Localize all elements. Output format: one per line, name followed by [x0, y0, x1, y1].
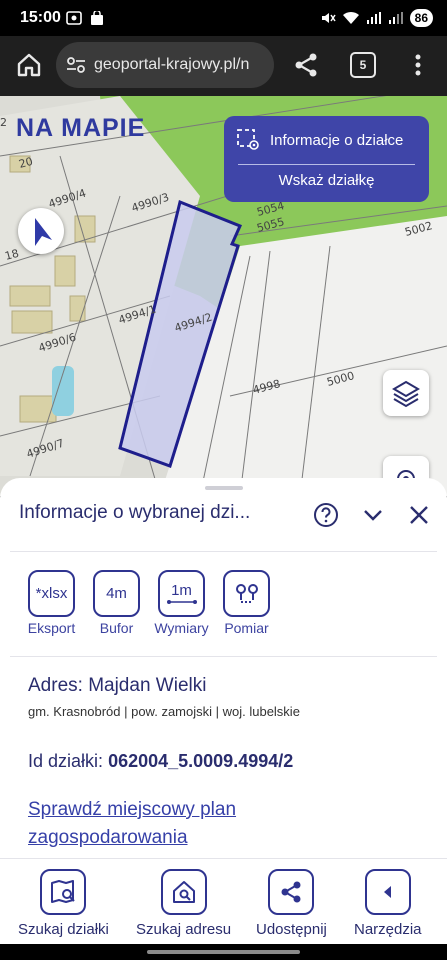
signal-2-icon	[388, 12, 403, 24]
dimensions-tool[interactable]: 1m Wymiary	[149, 570, 214, 636]
building	[54, 255, 76, 287]
url-text[interactable]: geoportal-krajowy.pl/n	[94, 56, 249, 74]
parcel-info-header[interactable]: Informacje o działce	[236, 128, 403, 152]
status-bar: 15:00 86	[0, 0, 447, 36]
parcel-id-value: 062004_5.0009.4994/2	[108, 751, 294, 771]
measure-icon[interactable]	[223, 570, 270, 617]
home-gesture-handle[interactable]	[147, 950, 300, 954]
na-mapie-logo: NA MAPIE	[16, 114, 146, 142]
parcel-label: 2	[0, 116, 7, 129]
nav-search-parcel[interactable]: Szukaj działki	[18, 869, 109, 938]
parcel-address: Adres: Majdan Wielki	[28, 675, 207, 696]
home-search-icon[interactable]	[160, 869, 207, 915]
signal-icon	[366, 12, 381, 24]
compass-button[interactable]	[18, 208, 64, 254]
export-tool[interactable]: *xlsx Eksport	[19, 570, 84, 636]
dimensions-icon[interactable]: 1m	[158, 570, 205, 617]
tool-label: Bufor	[99, 620, 134, 636]
status-time: 15:00	[20, 9, 61, 26]
status-notification-icons	[66, 11, 104, 25]
indicate-parcel-button[interactable]: Wskaż działkę	[224, 172, 429, 189]
nav-share[interactable]: Udostępnij	[256, 869, 327, 938]
zoning-plan-link[interactable]: Sprawdź miejscowy plan zagospodarowania	[28, 796, 328, 852]
building	[11, 310, 53, 334]
wifi-icon	[342, 11, 359, 24]
dimensions-icon-text: 1m	[171, 582, 192, 599]
chevron-left-icon[interactable]	[364, 869, 411, 915]
buffer-icon[interactable]: 4m	[93, 570, 140, 617]
mute-icon	[321, 13, 336, 23]
nav-tools[interactable]: Narzędzia	[354, 869, 422, 938]
divider	[10, 656, 437, 657]
close-icon[interactable]	[406, 502, 432, 528]
tool-label: Pomiar	[224, 620, 269, 636]
share-glyph	[281, 881, 301, 903]
chevron-left-glyph	[383, 886, 391, 898]
tool-row: *xlsx Eksport 4m Bufor 1m Wymiary Pomiar	[19, 570, 279, 636]
tool-label: Eksport	[27, 620, 76, 636]
parcel-info-title: Informacje o działce	[270, 131, 404, 149]
home-search-glyph	[172, 881, 195, 903]
divider	[10, 551, 437, 552]
nav-label: Szukaj działki	[18, 921, 109, 938]
sheet-title: Informacje o wybranej dzi...	[19, 502, 251, 523]
building	[19, 395, 57, 423]
select-parcel-icon	[237, 129, 259, 150]
bottom-navigation: Szukaj działki Szukaj adresu Udostępnij …	[0, 858, 447, 944]
bag-icon	[91, 11, 103, 25]
map-search-glyph	[51, 880, 76, 903]
tab-switcher-button[interactable]: 5	[350, 52, 376, 78]
parcel-admin-units: gm. Krasnobród | pow. zamojski | woj. lu…	[28, 704, 300, 719]
measure-tool[interactable]: Pomiar	[214, 570, 279, 636]
site-settings-icon[interactable]	[66, 56, 86, 74]
measure-points-icon	[235, 583, 258, 603]
nav-label: Udostępnij	[256, 921, 327, 938]
ruler-line-icon	[166, 600, 197, 604]
buffer-tool[interactable]: 4m Bufor	[84, 570, 149, 636]
sheet-drag-handle[interactable]	[205, 486, 243, 490]
nav-label: Narzędzia	[354, 921, 422, 938]
navigation-arrow-icon	[35, 218, 52, 246]
parcel-details-sheet: Informacje o wybranej dzi... *xlsx Ekspo…	[0, 478, 447, 858]
layers-button[interactable]	[383, 370, 429, 416]
home-icon[interactable]	[14, 50, 44, 80]
nav-label: Szukaj adresu	[136, 921, 232, 938]
tool-label: Wymiary	[154, 620, 209, 636]
building	[69, 295, 86, 322]
chevron-down-icon[interactable]	[360, 502, 386, 528]
parcel-id-label: Id działki:	[28, 751, 104, 771]
parcel-info-panel: Informacje o działce Wskaż działkę	[224, 116, 429, 202]
help-icon[interactable]	[313, 502, 339, 528]
parcel-id: Id działki: 062004_5.0009.4994/2	[28, 751, 293, 772]
map-search-icon[interactable]	[40, 869, 87, 915]
browser-toolbar: geoportal-krajowy.pl/n 5	[0, 36, 447, 96]
battery-indicator: 86	[409, 9, 433, 27]
system-gesture-bar	[0, 944, 447, 960]
building	[9, 285, 51, 307]
more-menu-icon[interactable]	[408, 50, 428, 80]
share-icon[interactable]	[291, 50, 321, 80]
share-icon[interactable]	[268, 869, 315, 915]
status-right-icons: 86	[320, 9, 433, 27]
nav-search-address[interactable]: Szukaj adresu	[136, 869, 231, 938]
layers-icon	[392, 380, 420, 408]
screenshot-icon	[66, 11, 82, 25]
map-view[interactable]: 20 4990/4 4990/3 5054 5055 5002 18 4994/…	[0, 96, 447, 496]
export-xlsx-icon[interactable]: *xlsx	[28, 570, 75, 617]
divider	[238, 164, 415, 165]
address-bar[interactable]: geoportal-krajowy.pl/n	[56, 42, 274, 88]
